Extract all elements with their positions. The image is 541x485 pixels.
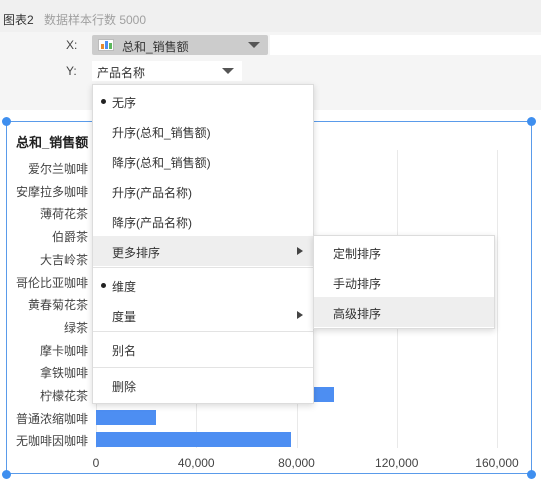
menu-item-label: 升序(产品名称) [112,186,192,200]
row-count: 数据样本行数 5000 [44,13,147,27]
selected-dot-icon [101,283,106,288]
selected-dot-icon [101,99,106,104]
y-category-label: 摩卡咖啡 [39,343,88,358]
chevron-right-icon [297,247,303,255]
context-menu: 无序升序(总和_销售额) 降序(总和_销售额) 升序(产品名称) 降序(产品名称) 更多… [92,84,314,404]
menu-item[interactable]: 降序(产品名称) [93,206,313,236]
y-axis-value: 产品名称 [97,66,146,80]
y-category-label: 普通浓缩咖啡 [15,411,88,426]
y-category-label: 拿铁咖啡 [39,366,88,381]
chart-title: 总和_销售额 [16,135,89,150]
chevron-down-icon[interactable] [222,68,234,74]
y-axis-label: Y: [66,64,77,78]
resize-handle-top-left[interactable] [2,117,11,126]
submenu-item[interactable]: 手动排序 [314,267,494,297]
x-axis-label: X: [66,38,78,52]
menu-item[interactable]: 升序(产品名称) [93,176,313,206]
menu-item-label: 删除 [112,380,137,394]
menu-item-label: 度量 [112,310,137,324]
menu-divider [93,331,313,332]
y-category-label: 安摩拉多咖啡 [15,184,88,199]
y-category-label: 大吉岭茶 [39,252,88,267]
menu-item[interactable]: 更多排序 [93,236,313,266]
y-category-label: 无咖啡因咖啡 [15,434,88,449]
x-tick-label: 120,000 [375,456,419,470]
menu-item-label: 维度 [112,280,137,294]
menu-item[interactable]: 度量 [93,300,313,330]
y-category-label: 绿茶 [63,320,88,335]
menu-item[interactable]: 降序(总和_销售额) [93,146,313,176]
y-axis-field[interactable]: 产品名称 [92,61,242,81]
menu-item-label: 降序(产品名称) [112,216,192,230]
menu-item-label: 降序(总和_销售额) [112,156,211,170]
menu-item[interactable]: 删除 [93,370,313,400]
submenu-item[interactable]: 高级排序 [314,297,494,327]
menu-item-label: 别名 [112,344,137,358]
x-tick-label: 160,000 [475,456,519,470]
x-tick-label: 40,000 [177,456,215,470]
x-axis-field[interactable]: 总和_销售额 [92,35,268,55]
x-axis-value: 总和_销售额 [122,40,189,54]
menu-item[interactable]: 维度 [93,270,313,300]
submenu-item-label: 手动排序 [333,277,382,291]
sort-submenu: 定制排序手动排序高级排序 [313,235,495,329]
y-category-label: 黄春菊花茶 [27,298,88,313]
x-axis-dropzone[interactable] [270,35,541,55]
x-tick-label: 80,000 [278,456,315,470]
menu-item[interactable]: 无序 [93,86,313,116]
chart-name[interactable]: 图表2 [3,11,34,28]
bar[interactable] [96,409,157,425]
menu-item-label: 升序(总和_销售额) [112,126,211,140]
submenu-item-label: 定制排序 [333,247,382,261]
y-category-label: 薄荷花茶 [39,207,88,222]
y-category-label: 爱尔兰咖啡 [27,162,88,176]
resize-handle-bottom-left[interactable] [2,470,11,479]
menu-item-label: 更多排序 [112,246,161,260]
resize-handle-top-right[interactable] [527,117,536,126]
submenu-item[interactable]: 定制排序 [314,237,494,267]
menu-item-label: 无序 [112,96,137,110]
resize-handle-bottom-right[interactable] [527,470,536,479]
chevron-down-icon[interactable] [248,42,260,48]
y-category-label: 哥伦比亚咖啡 [15,275,88,290]
menu-item[interactable]: 别名 [93,334,313,364]
y-category-label: 柠檬花茶 [39,389,88,403]
x-tick-label: 0 [92,456,100,470]
bar-chart-icon [98,39,114,51]
submenu-item-label: 高级排序 [333,307,382,321]
y-category-label: 伯爵茶 [51,230,88,245]
menu-divider [93,267,313,268]
bar[interactable] [96,432,292,448]
menu-divider [93,367,313,368]
chevron-right-icon [297,311,303,319]
gridline [497,150,498,448]
menu-item[interactable]: 升序(总和_销售额) [93,116,313,146]
chart-header: 图表2 数据样本行数 5000 [0,0,541,32]
